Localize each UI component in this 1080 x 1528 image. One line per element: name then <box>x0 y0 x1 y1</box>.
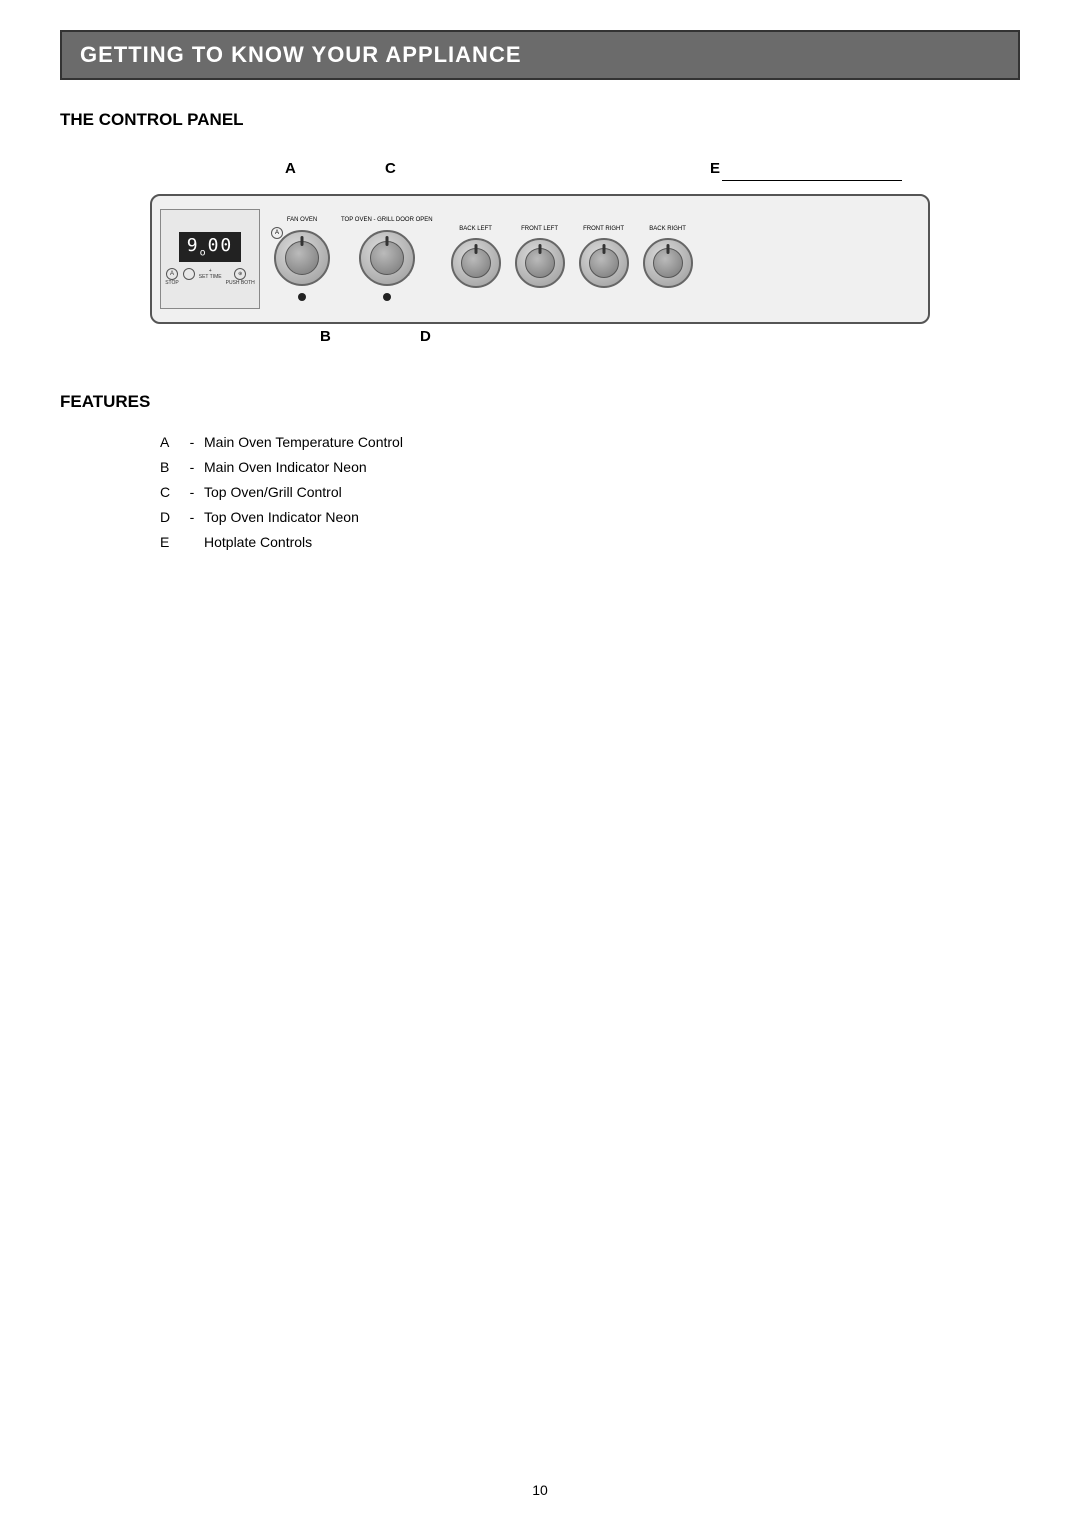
feature-letter-b: B <box>160 457 180 478</box>
top-labels: A C E <box>150 160 930 190</box>
feature-no-dash-e <box>180 532 204 553</box>
feature-row-e: E Hotplate Controls <box>160 532 1020 553</box>
header-banner: GETTING TO KNOW YOUR APPLIANCE <box>60 30 1020 80</box>
back-left-label: BACK LEFT <box>459 226 492 232</box>
top-oven-grill-knob-group: TOP OVEN - GRILL DOOR OPEN 3 <box>341 217 433 300</box>
appliance-illustration: 9o00 A STOP + SET TIME ⊕ <box>150 194 930 324</box>
fan-oven-knob <box>274 230 330 286</box>
feature-text-b: Main Oven Indicator Neon <box>204 457 1020 478</box>
fan-oven-dot <box>298 293 306 301</box>
features-list: A - Main Oven Temperature Control B - Ma… <box>160 432 1020 553</box>
feature-text-a: Main Oven Temperature Control <box>204 432 1020 453</box>
timer-display: 9o00 <box>179 232 242 262</box>
front-right-label: FRONT RIGHT <box>583 226 624 232</box>
features-heading: FEATURES <box>60 392 1020 412</box>
back-right-knob-indicator <box>666 244 669 254</box>
feature-letter-a: A <box>160 432 180 453</box>
feature-row-b: B - Main Oven Indicator Neon <box>160 457 1020 478</box>
control-panel-diagram: A C E 9o00 A STOP + SET TIME <box>60 160 1020 352</box>
stop-button: A STOP <box>165 268 179 286</box>
feature-text-c: Top Oven/Grill Control <box>204 482 1020 503</box>
bottom-labels: B D <box>150 328 930 352</box>
fan-symbol: A <box>271 227 283 239</box>
label-c-top: C <box>385 160 396 177</box>
back-left-knob-group: BACK LEFT <box>447 226 505 292</box>
feature-row-a: A - Main Oven Temperature Control <box>160 432 1020 453</box>
front-left-label: FRONT LEFT <box>521 226 558 232</box>
top-oven-grill-knob <box>359 230 415 286</box>
feature-text-d: Top Oven Indicator Neon <box>204 507 1020 528</box>
front-right-knob-indicator <box>602 244 605 254</box>
front-right-knob <box>579 238 629 288</box>
feature-dash-d: - <box>180 507 204 528</box>
feature-letter-c: C <box>160 482 180 503</box>
back-left-knob-indicator <box>474 244 477 254</box>
label-e-line <box>722 180 902 181</box>
push-both-button: ⊕ PUSH BOTH <box>226 268 255 286</box>
label-b-bottom: B <box>320 328 331 345</box>
feature-row-c: C - Top Oven/Grill Control <box>160 482 1020 503</box>
front-left-knob <box>515 238 565 288</box>
front-left-knob-group: FRONT LEFT <box>511 226 569 292</box>
timer-controls: A STOP + SET TIME ⊕ PUSH BOTH <box>165 268 255 286</box>
label-d-bottom: D <box>420 328 431 345</box>
feature-dash-a: - <box>180 432 204 453</box>
label-a-top: A <box>285 160 296 177</box>
feature-dash-b: - <box>180 457 204 478</box>
top-oven-knob-inner <box>370 241 404 275</box>
feature-letter-d: D <box>160 507 180 528</box>
front-left-knob-indicator <box>538 244 541 254</box>
feature-text-e: Hotplate Controls <box>204 532 1020 553</box>
back-right-knob <box>643 238 693 288</box>
control-panel-heading: THE CONTROL PANEL <box>60 110 1020 130</box>
front-right-knob-group: FRONT RIGHT <box>575 226 633 292</box>
label-e-top: E <box>710 160 720 177</box>
back-right-knob-group: BACK RIGHT <box>639 226 697 292</box>
fan-oven-knob-group: FAN OVEN <box>269 217 335 301</box>
top-oven-grill-label: TOP OVEN - GRILL DOOR OPEN <box>341 217 433 224</box>
top-oven-dot <box>383 293 391 301</box>
feature-dash-c: - <box>180 482 204 503</box>
fan-oven-knob-indicator <box>301 236 304 246</box>
top-oven-knob-indicator <box>385 236 388 246</box>
feature-letter-e: E <box>160 532 180 553</box>
fan-oven-knob-inner <box>285 241 319 275</box>
page-number: 10 <box>532 1482 548 1498</box>
back-right-label: BACK RIGHT <box>649 226 686 232</box>
back-left-knob <box>451 238 501 288</box>
feature-row-d: D - Top Oven Indicator Neon <box>160 507 1020 528</box>
fan-oven-label: FAN OVEN <box>287 217 317 223</box>
page-title: GETTING TO KNOW YOUR APPLIANCE <box>80 42 1000 68</box>
timer-circle-icon <box>183 268 195 286</box>
timer-section: 9o00 A STOP + SET TIME ⊕ <box>160 209 260 309</box>
